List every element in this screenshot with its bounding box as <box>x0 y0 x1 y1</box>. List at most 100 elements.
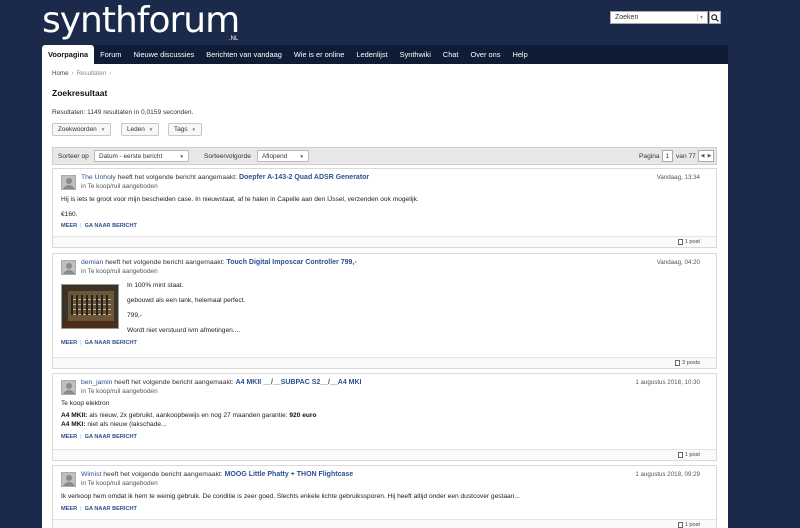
result-text-line: A4 MKII: als nieuw, 2x gebruikt, aankoop… <box>61 412 316 419</box>
result-title-link[interactable]: A4 MKII __/__SUBPAC S2__/__A4 MKI <box>236 379 362 386</box>
breadcrumb: Home › Resultaten › <box>52 70 114 77</box>
result-text-line: Te koop elektron <box>61 400 110 407</box>
result-text-line: Hij is iets te groot voor mijn bescheide… <box>61 196 419 203</box>
page-title: Zoekresultaat <box>52 88 108 98</box>
chevron-down-icon[interactable]: ▾ <box>696 14 703 21</box>
a4mk1-label: A4 MKI: <box>61 421 86 428</box>
goto-post-link[interactable]: GA NAAR BERICHT <box>85 223 137 229</box>
order-select[interactable]: Aflopend ▼ <box>257 150 309 162</box>
result-user-link[interactable]: demian <box>81 259 103 266</box>
goto-post-link[interactable]: GA NAAR BERICHT <box>85 340 137 346</box>
prev-page-icon[interactable]: ◀ <box>701 153 705 159</box>
result-text-line: A4 MKI: niet als nieuw (lakschade... <box>61 421 167 428</box>
filter-tags-label: Tags <box>174 126 188 133</box>
sort-bar: Sorteer op Datum - eerste bericht ▼ Sorte… <box>52 147 717 165</box>
more-link[interactable]: MEER <box>61 223 77 229</box>
more-link[interactable]: MEER <box>61 434 77 440</box>
chevron-down-icon: ▼ <box>299 153 304 159</box>
a4mk2-label: A4 MKII: <box>61 412 88 419</box>
post-count: 3 posts <box>674 360 700 366</box>
result-action-text: heeft het volgende bericht aangemaakt: <box>105 259 225 266</box>
result-header: ben_jamin heeft het volgende bericht aan… <box>81 379 362 386</box>
search-result: ben_jamin heeft het volgende bericht aan… <box>52 373 717 461</box>
search-result: demian heeft het volgende bericht aangem… <box>52 253 717 369</box>
page-number-input[interactable]: 1 <box>662 150 673 162</box>
result-user-link[interactable]: Wimist <box>81 471 101 478</box>
a4mk1-text: niet als nieuw (lakschade... <box>85 421 167 428</box>
nav-voorpagina[interactable]: Voorpagina <box>42 45 95 64</box>
sort-select-value: Datum - eerste bericht <box>99 152 163 160</box>
chevron-down-icon: ▼ <box>100 127 106 132</box>
filter-members-button[interactable]: Leden ▼ <box>121 123 160 136</box>
result-title-link[interactable]: MOOG Little Phatty + THON Flightcase <box>225 471 354 478</box>
main-navbar: Voorpagina Forum Nieuwe discussies Beric… <box>42 45 728 64</box>
result-action-text: heeft het volgende bericht aangemaakt: <box>117 174 238 181</box>
result-text-line: gebouwd als een tank, helemaal perfect. <box>127 297 246 304</box>
result-footer: 3 posts <box>53 357 716 368</box>
attachment-thumbnail[interactable] <box>61 284 119 329</box>
avatar[interactable] <box>61 175 76 190</box>
result-title-link[interactable]: Doepfer A-143-2 Quad ADSR Generator <box>239 174 369 181</box>
a4mk2-price: 920 euro <box>289 412 317 419</box>
result-text-line: Ik verkoop hem omdat ik hem te weinig ge… <box>61 493 520 500</box>
avatar[interactable] <box>61 260 76 275</box>
result-user-link[interactable]: ben_jamin <box>81 379 112 386</box>
post-count-label: 3 posts <box>681 360 700 366</box>
result-forum: in Te koop/ruil aangeboden <box>81 388 158 395</box>
nav-over-ons[interactable]: Over ons <box>464 45 506 64</box>
pager-arrows: ◀ ▶ <box>698 150 714 162</box>
result-header: The Unholy heeft het volgende bericht aa… <box>81 174 369 181</box>
result-forum: in Te koop/ruil aangeboden <box>81 480 158 487</box>
nav-synthwiki[interactable]: Synthwiki <box>394 45 437 64</box>
a4mk2-text: als nieuw, 2x gebruikt, aankoopbewijs en… <box>87 412 290 419</box>
more-link[interactable]: MEER <box>61 340 77 346</box>
page-label: Pagina <box>639 153 660 160</box>
order-select-value: Aflopend <box>262 152 288 160</box>
result-links: MEER | GA NAAR BERICHT <box>61 223 137 229</box>
sort-select[interactable]: Datum - eerste bericht ▼ <box>94 150 189 162</box>
result-text-line: €160. <box>61 211 78 218</box>
avatar[interactable] <box>61 380 76 395</box>
chevron-down-icon: ▼ <box>148 127 154 132</box>
result-date: 1 augustus 2018, 10:30 <box>635 379 700 386</box>
nav-chat[interactable]: Chat <box>437 45 465 64</box>
post-count: 1 post <box>677 452 700 458</box>
goto-post-link[interactable]: GA NAAR BERICHT <box>85 434 137 440</box>
result-forum: in Te koop/ruil aangeboden <box>81 268 158 275</box>
filter-keywords-button[interactable]: Zoekwoorden ▼ <box>52 123 112 136</box>
document-icon <box>677 522 683 528</box>
nav-berichten-van-vandaag[interactable]: Berichten van vandaag <box>200 45 288 64</box>
result-header: Wimist heeft het volgende bericht aangem… <box>81 471 353 478</box>
filter-keywords-label: Zoekwoorden <box>58 126 97 133</box>
filter-tags-button[interactable]: Tags ▼ <box>168 123 202 136</box>
next-page-icon[interactable]: ▶ <box>708 153 712 159</box>
result-links: MEER | GA NAAR BERICHT <box>61 434 137 440</box>
order-label: Sorteervolgorde <box>204 153 251 160</box>
content-page: Home › Resultaten › Zoekresultaat Resultate… <box>42 64 728 528</box>
search-input[interactable]: Zoeken ▾ <box>610 11 708 24</box>
site-logo[interactable]: synthforum <box>42 2 240 40</box>
post-count-label: 1 post <box>684 452 700 458</box>
nav-wie-is-er-online[interactable]: Wie is er online <box>288 45 351 64</box>
goto-post-link[interactable]: GA NAAR BERICHT <box>85 506 137 512</box>
search-button[interactable] <box>709 11 721 24</box>
result-user-link[interactable]: The Unholy <box>81 174 116 181</box>
avatar[interactable] <box>61 472 76 487</box>
breadcrumb-home[interactable]: Home <box>52 70 69 77</box>
result-title-link[interactable]: Touch Digital Imposcar Controller 799,- <box>227 259 357 266</box>
chevron-down-icon: ▼ <box>191 127 196 132</box>
more-link[interactable]: MEER <box>61 506 77 512</box>
result-date: 1 augustus 2018, 09:29 <box>635 471 700 478</box>
result-header: demian heeft het volgende bericht aangem… <box>81 259 357 266</box>
nav-help[interactable]: Help <box>506 45 533 64</box>
nav-forum[interactable]: Forum <box>94 45 127 64</box>
post-count: 1 post <box>677 522 700 528</box>
nav-nieuwe-discussies[interactable]: Nieuwe discussies <box>127 45 200 64</box>
document-icon <box>677 452 683 458</box>
nav-ledenlijst[interactable]: Ledenlijst <box>350 45 393 64</box>
result-forum: in Te koop/ruil aangeboden <box>81 183 158 190</box>
breadcrumb-separator-icon: › <box>109 70 112 77</box>
sort-label: Sorteer op <box>58 153 89 160</box>
result-date: Vandaag, 04:20 <box>656 259 700 266</box>
document-icon <box>674 360 680 366</box>
